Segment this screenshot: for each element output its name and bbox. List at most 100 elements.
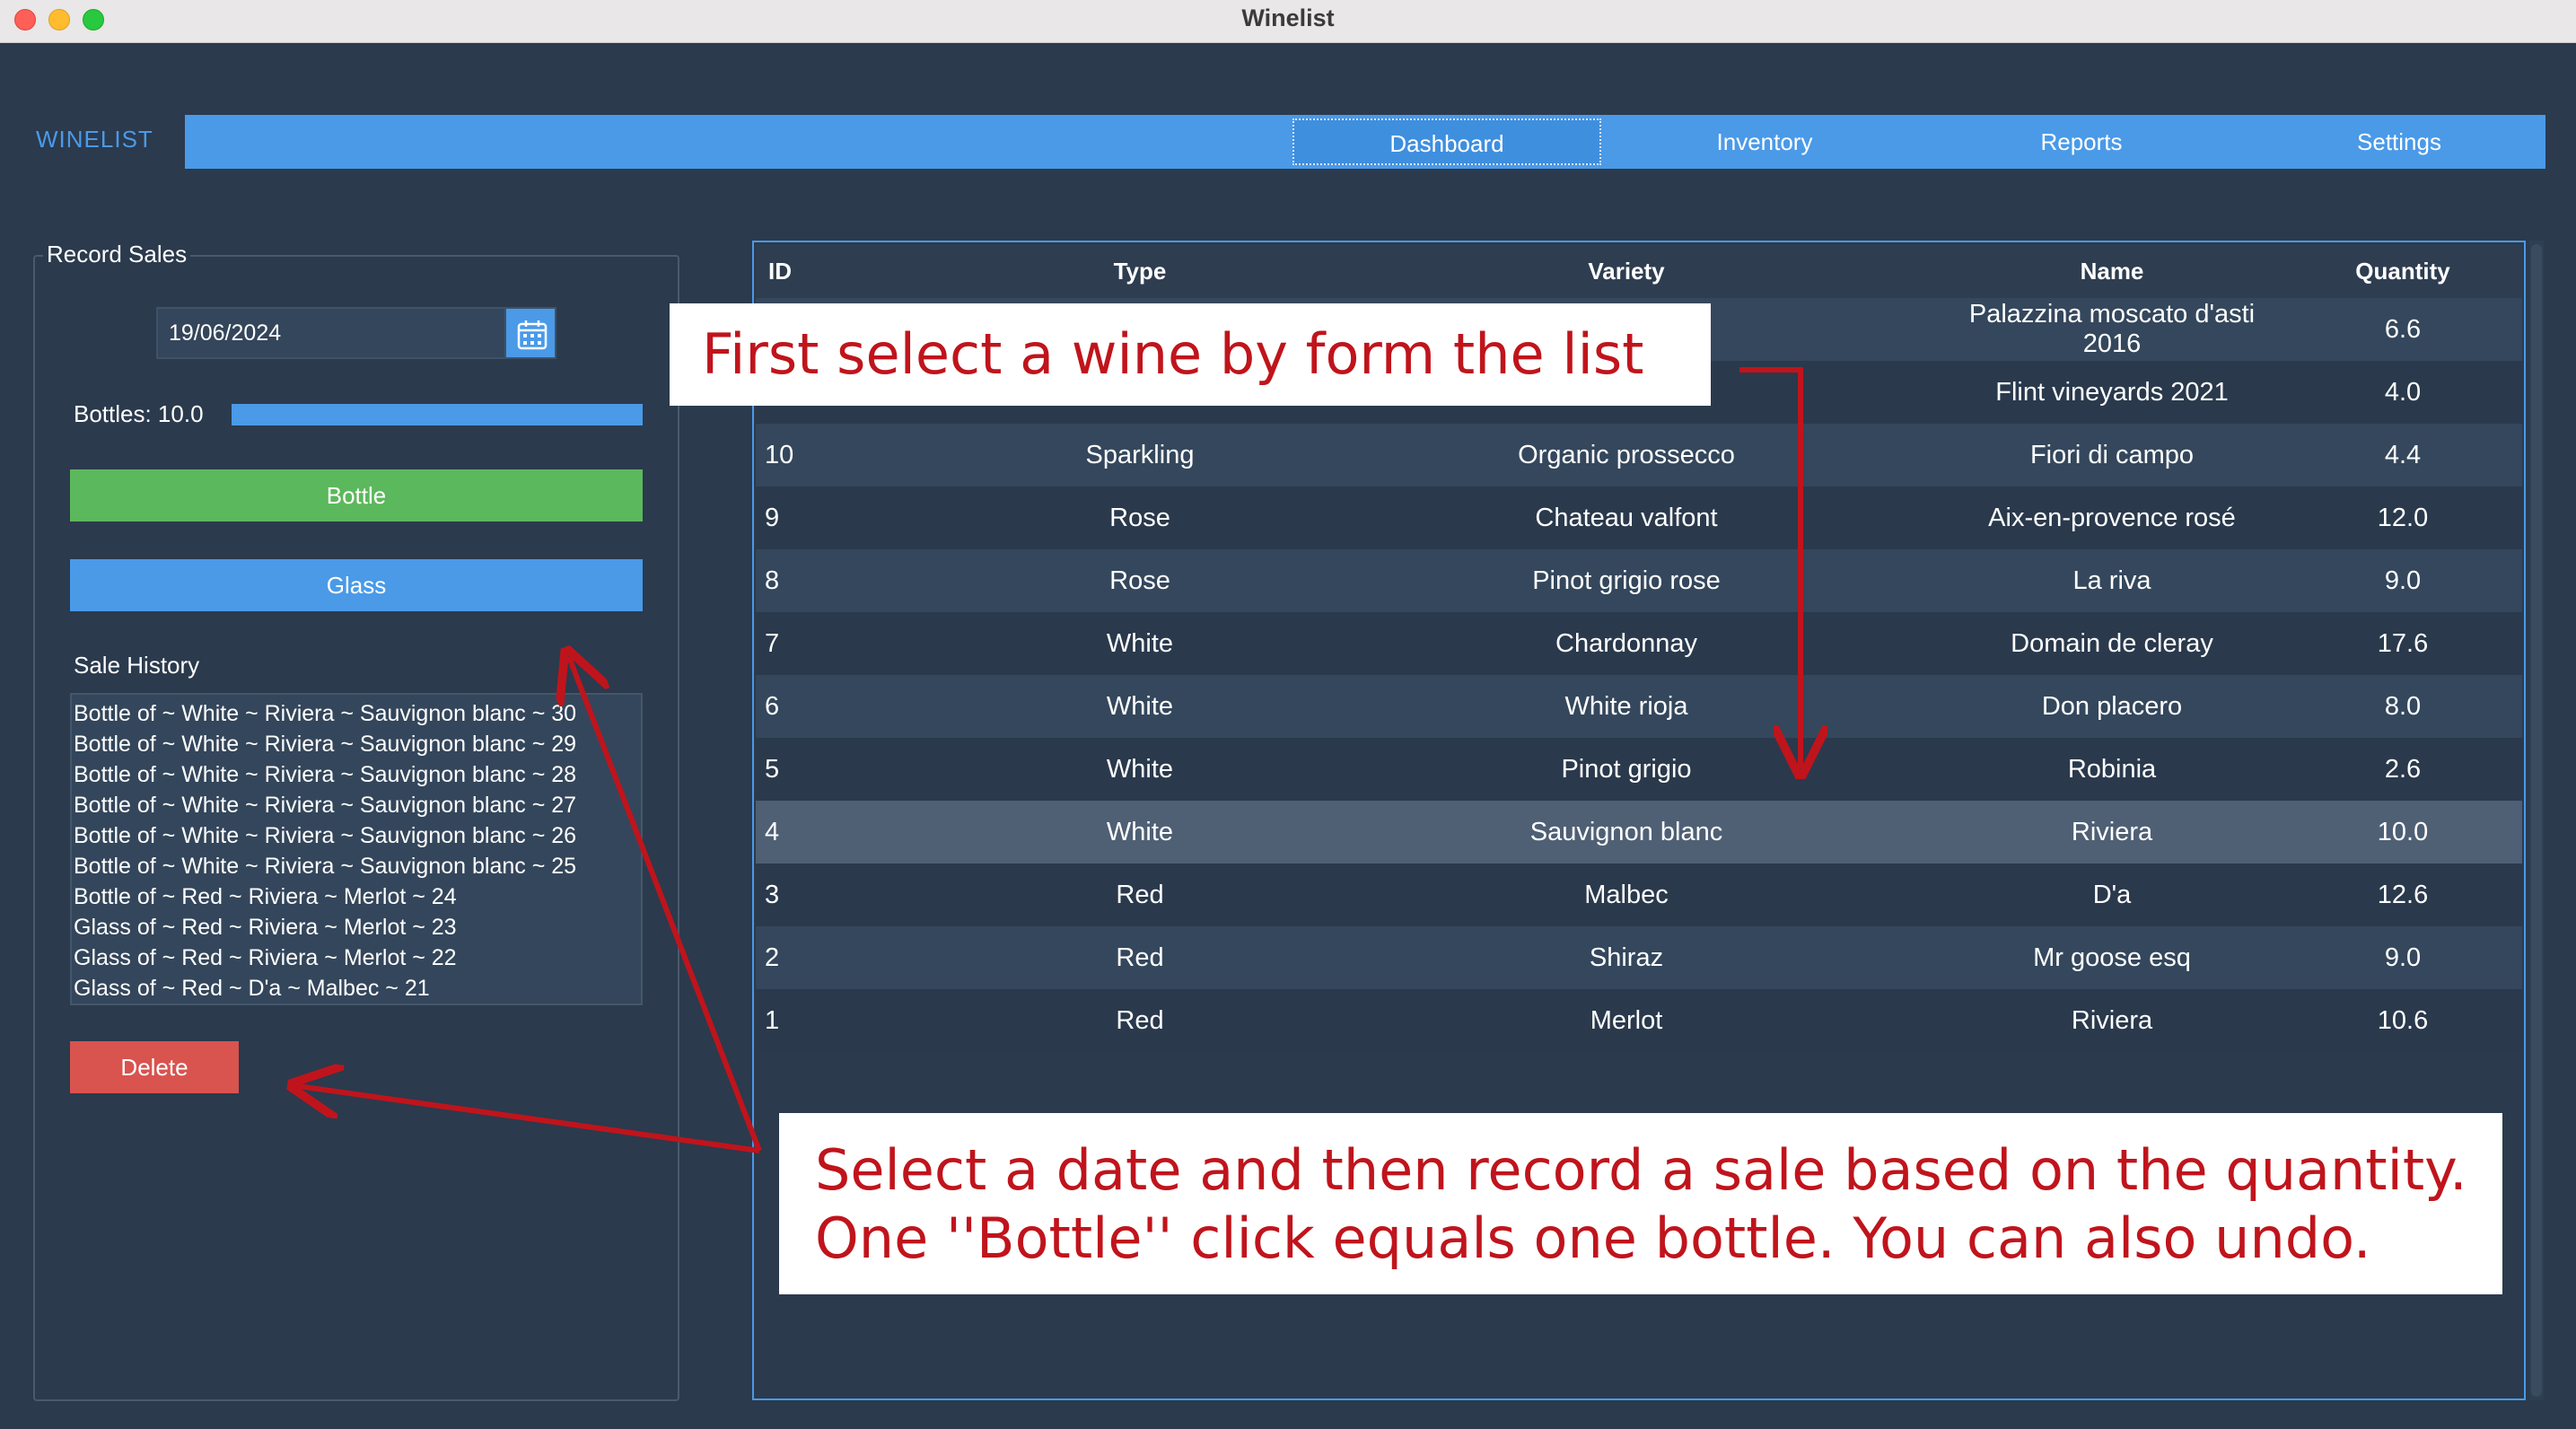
- table-row[interactable]: 10 Sparkling Organic prossecco Fiori di cam…: [756, 424, 2522, 487]
- table-row[interactable]: 9 Rose Chateau valfont Aix-en-provence rosé…: [756, 487, 2522, 549]
- table-row[interactable]: 8 Rose Pinot grigio rose La riva 9.0: [756, 549, 2522, 612]
- glass-button[interactable]: Glass: [70, 559, 643, 611]
- cell-quantity: 9.0: [2283, 549, 2522, 612]
- cell-name: Mr goose esq: [1941, 926, 2283, 989]
- history-item[interactable]: Bottle of ~ Red ~ Riviera ~ Merlot ~ 24: [72, 881, 641, 912]
- cell-quantity: 4.0: [2283, 361, 2522, 424]
- cell-type: White: [968, 612, 1312, 675]
- cell-name: D'a: [1941, 864, 2283, 926]
- cell-id: 10: [756, 424, 968, 487]
- cell-variety: White rioja: [1312, 675, 1941, 738]
- cell-type: Red: [968, 926, 1312, 989]
- cell-type: White: [968, 738, 1312, 801]
- cell-variety: Chateau valfont: [1312, 487, 1941, 549]
- cell-type: Red: [968, 864, 1312, 926]
- cell-id: 6: [756, 675, 968, 738]
- date-input[interactable]: 19/06/2024: [156, 307, 504, 359]
- cell-quantity: 10.0: [2283, 801, 2522, 864]
- cell-id: 8: [756, 549, 968, 612]
- cell-variety: Pinot grigio rose: [1312, 549, 1941, 612]
- bottles-progress-fill: [232, 404, 643, 425]
- cell-type: Sparkling: [968, 424, 1312, 487]
- header-id[interactable]: ID: [756, 244, 968, 298]
- cell-name: Domain de cleray: [1941, 612, 2283, 675]
- cell-variety: Malbec: [1312, 864, 1941, 926]
- history-item[interactable]: Glass of ~ Red ~ D'a ~ Malbec ~ 21: [72, 973, 641, 1004]
- annotation-callout-record-sale: Select a date and then record a sale bas…: [779, 1113, 2502, 1294]
- delete-button[interactable]: Delete: [70, 1041, 239, 1093]
- history-item[interactable]: Bottle of ~ White ~ Riviera ~ Sauvignon …: [72, 759, 641, 790]
- tab-settings[interactable]: Settings: [2245, 118, 2554, 165]
- table-row[interactable]: 2 Red Shiraz Mr goose esq 9.0: [756, 926, 2522, 989]
- header-type[interactable]: Type: [968, 244, 1312, 298]
- cell-quantity: 6.6: [2283, 298, 2522, 361]
- history-item[interactable]: Glass of ~ Red ~ Riviera ~ Merlot ~ 22: [72, 942, 641, 973]
- cell-variety: Chardonnay: [1312, 612, 1941, 675]
- history-item[interactable]: Bottle of ~ White ~ Riviera ~ Sauvignon …: [72, 698, 641, 729]
- sale-history-list[interactable]: Bottle of ~ White ~ Riviera ~ Sauvignon …: [70, 693, 643, 1005]
- cell-id: 5: [756, 738, 968, 801]
- table-row[interactable]: 1 Red Merlot Riviera 10.6: [756, 989, 2522, 1052]
- cell-id: 9: [756, 487, 968, 549]
- bottles-progress-bar: [232, 404, 643, 425]
- annotation-callout-select-wine: First select a wine by form the list: [670, 303, 1711, 406]
- history-item[interactable]: Bottle of ~ White ~ Riviera ~ Sauvignon …: [72, 790, 641, 820]
- tab-reports[interactable]: Reports: [1927, 118, 2236, 165]
- bottles-count-label: Bottles: 10.0: [74, 400, 204, 427]
- calendar-button[interactable]: [504, 307, 556, 359]
- app-brand: WINELIST: [36, 126, 153, 153]
- header-quantity[interactable]: Quantity: [2283, 244, 2522, 298]
- record-sales-title: Record Sales: [43, 241, 191, 268]
- table-row[interactable]: 5 White Pinot grigio Robinia 2.6: [756, 738, 2522, 801]
- annotation-callout-line: Select a date and then record a sale bas…: [815, 1137, 2467, 1203]
- cell-name: Riviera: [1941, 801, 2283, 864]
- history-item[interactable]: Bottle of ~ White ~ Riviera ~ Sauvignon …: [72, 820, 641, 851]
- history-item[interactable]: Bottle of ~ White ~ Riviera ~ Sauvignon …: [72, 851, 641, 881]
- calendar-icon: [517, 320, 548, 350]
- title-bar: Winelist: [0, 0, 2576, 43]
- cell-quantity: 12.6: [2283, 864, 2522, 926]
- cell-quantity: 9.0: [2283, 926, 2522, 989]
- bottle-button[interactable]: Bottle: [70, 469, 643, 522]
- header-variety[interactable]: Variety: [1312, 244, 1941, 298]
- cell-type: Red: [968, 989, 1312, 1052]
- cell-quantity: 17.6: [2283, 612, 2522, 675]
- cell-variety: Sauvignon blanc: [1312, 801, 1941, 864]
- cell-name: Riviera: [1941, 989, 2283, 1052]
- cell-quantity: 4.4: [2283, 424, 2522, 487]
- cell-quantity: 8.0: [2283, 675, 2522, 738]
- cell-id: 7: [756, 612, 968, 675]
- sale-history-label: Sale History: [74, 652, 200, 679]
- cell-id: 2: [756, 926, 968, 989]
- cell-quantity: 2.6: [2283, 738, 2522, 801]
- table-row[interactable]: 4 White Sauvignon blanc Riviera 10.0: [756, 801, 2522, 864]
- history-item[interactable]: Glass of ~ Red ~ Riviera ~ Merlot ~ 23: [72, 912, 641, 942]
- table-row[interactable]: 3 Red Malbec D'a 12.6: [756, 864, 2522, 926]
- cell-name: Aix-en-provence rosé: [1941, 487, 2283, 549]
- cell-id: 3: [756, 864, 968, 926]
- table-row[interactable]: 6 White White rioja Don placero 8.0: [756, 675, 2522, 738]
- cell-name: Palazzina moscato d'asti 2016: [1941, 298, 2283, 361]
- cell-variety: Pinot grigio: [1312, 738, 1941, 801]
- table-header-row: ID Type Variety Name Quantity: [756, 244, 2522, 298]
- cell-variety: Organic prossecco: [1312, 424, 1941, 487]
- history-item[interactable]: Bottle of ~ White ~ Riviera ~ Sauvignon …: [72, 729, 641, 759]
- cell-name: Flint vineyards 2021: [1941, 361, 2283, 424]
- table-row[interactable]: 7 White Chardonnay Domain de cleray 17.6: [756, 612, 2522, 675]
- cell-name: Robinia: [1941, 738, 2283, 801]
- cell-id: 4: [756, 801, 968, 864]
- header-name[interactable]: Name: [1941, 244, 2283, 298]
- cell-name: La riva: [1941, 549, 2283, 612]
- cell-name: Don placero: [1941, 675, 2283, 738]
- cell-name: Fiori di campo: [1941, 424, 2283, 487]
- cell-variety: Merlot: [1312, 989, 1941, 1052]
- tab-dashboard[interactable]: Dashboard: [1292, 118, 1601, 165]
- table-scrollbar-thumb[interactable]: [2531, 244, 2542, 1397]
- tab-inventory[interactable]: Inventory: [1610, 118, 1919, 165]
- window-title: Winelist: [1241, 4, 1335, 31]
- cell-type: Rose: [968, 549, 1312, 612]
- cell-id: 1: [756, 989, 968, 1052]
- cell-type: White: [968, 675, 1312, 738]
- cell-variety: Shiraz: [1312, 926, 1941, 989]
- cell-quantity: 10.6: [2283, 989, 2522, 1052]
